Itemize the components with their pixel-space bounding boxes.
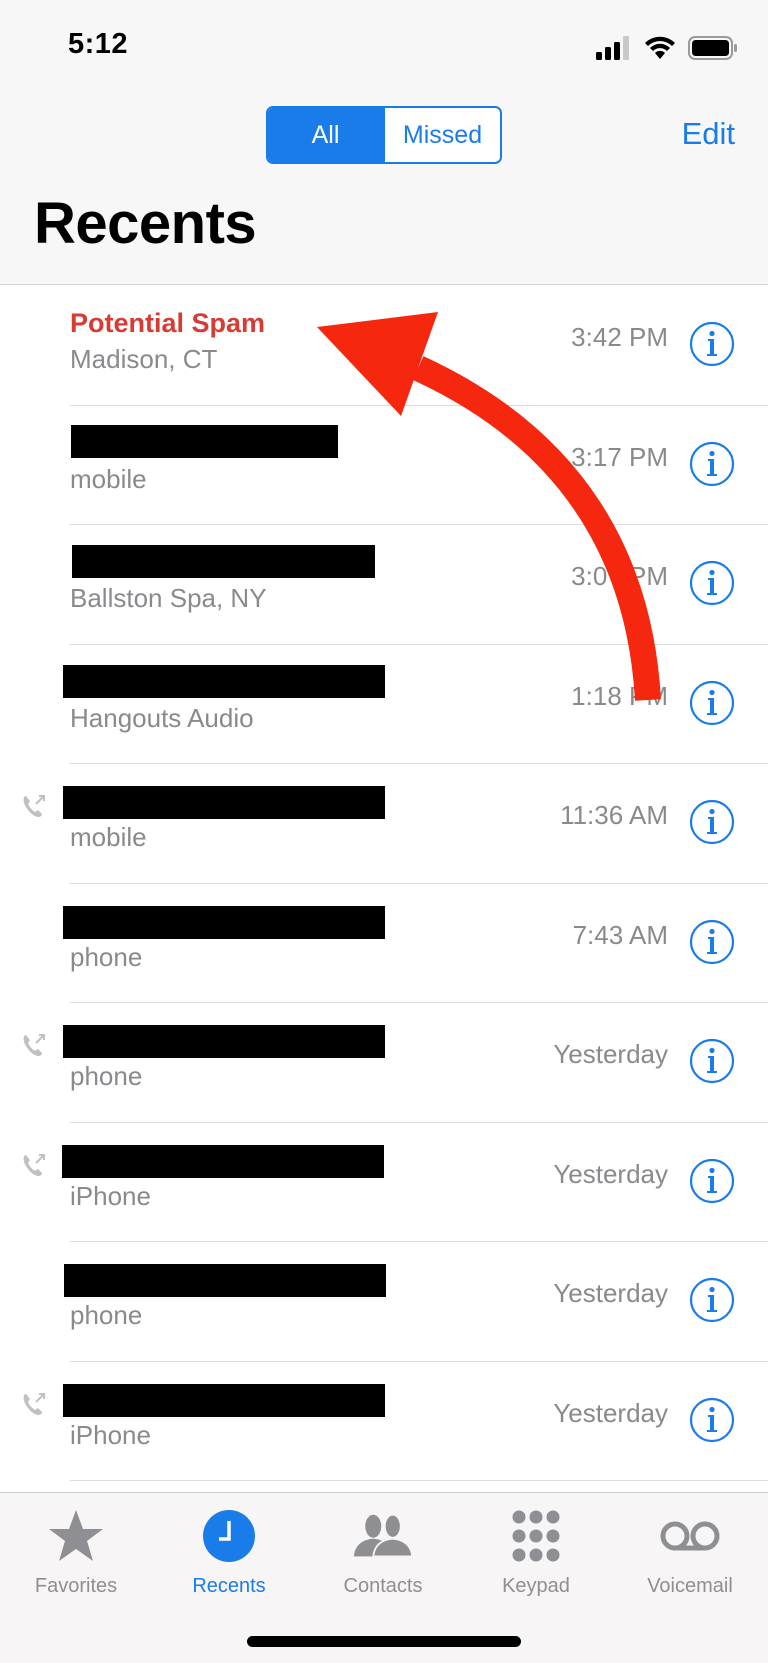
call-row[interactable]: Hangouts Audio 1:18 PM (0, 645, 768, 764)
call-row[interactable]: Potential Spam Madison, CT 3:42 PM (0, 286, 768, 406)
call-row[interactable]: phone Yesterday (0, 1242, 768, 1362)
tab-label: Favorites (34, 1575, 118, 1597)
tab-contacts[interactable]: Contacts (318, 1507, 448, 1598)
call-detail: phone (70, 941, 143, 972)
cellular-signal-icon (596, 36, 629, 60)
redacted-caller-name (72, 545, 375, 578)
clock-icon (203, 1510, 255, 1562)
info-icon[interactable] (689, 680, 735, 726)
outgoing-call-icon (23, 1034, 45, 1056)
redacted-caller-name (63, 786, 385, 819)
info-icon[interactable] (689, 560, 735, 606)
call-detail: Madison, CT (70, 344, 218, 374)
spam-caller-label: Potential Spam (70, 308, 266, 338)
recent-calls-list: Potential Spam Madison, CT 3:42 PM mobile 3:… (0, 286, 768, 1481)
call-detail: mobile (70, 463, 147, 494)
battery-icon (688, 36, 737, 60)
info-icon[interactable] (689, 321, 735, 367)
edit-button[interactable]: Edit (682, 116, 735, 152)
status-time: 5:12 (68, 28, 129, 60)
call-detail: Hangouts Audio (70, 702, 254, 733)
info-icon[interactable] (689, 1038, 735, 1084)
row-separator (70, 1480, 768, 1481)
info-icon[interactable] (689, 1397, 735, 1443)
tab-favorites[interactable]: Favorites (11, 1507, 141, 1598)
tab-label: Voicemail (647, 1575, 733, 1597)
info-icon[interactable] (689, 799, 735, 845)
tab-keypad[interactable]: Keypad (471, 1507, 601, 1598)
tab-label: Keypad (502, 1575, 570, 1597)
tab-label: Contacts (343, 1575, 423, 1597)
segment-missed[interactable]: Missed (383, 108, 500, 162)
call-row[interactable]: iPhone Yesterday (0, 1123, 768, 1242)
call-detail: iPhone (70, 1419, 151, 1450)
info-icon[interactable] (689, 1277, 735, 1323)
call-filter-segmented-control: All Missed (266, 106, 502, 164)
call-row[interactable]: phone Yesterday (0, 1003, 768, 1123)
call-time: Yesterday (553, 1158, 668, 1189)
tab-voicemail[interactable]: Voicemail (625, 1507, 755, 1598)
contacts-icon (353, 1513, 414, 1558)
call-time: Yesterday (553, 1278, 668, 1308)
call-row[interactable]: Ballston Spa, NY 3:0? PM (0, 525, 768, 645)
outgoing-call-icon (23, 795, 45, 817)
redacted-caller-name (63, 664, 385, 698)
call-time: 3:42 PM (571, 322, 668, 352)
tab-recents[interactable]: Recents (164, 1507, 294, 1598)
outgoing-call-icon (23, 1392, 45, 1415)
info-icon[interactable] (689, 1158, 735, 1204)
call-detail: phone (70, 1300, 143, 1330)
home-indicator[interactable] (247, 1636, 521, 1647)
call-row[interactable]: iPhone Yesterday (0, 1362, 768, 1481)
tab-label: Recents (192, 1575, 266, 1597)
redacted-caller-name (63, 1383, 385, 1417)
call-detail: Ballston Spa, NY (70, 583, 267, 613)
redacted-caller-name (62, 1144, 384, 1178)
call-row[interactable]: phone 7:43 AM (0, 884, 768, 1003)
navigation-header: 5:12 All Missed Edit Recents (0, 0, 768, 285)
call-detail: mobile (70, 822, 147, 852)
keypad-icon (512, 1510, 560, 1562)
redacted-caller-name (63, 905, 385, 939)
call-time: 3:17 PM (571, 441, 668, 472)
call-time: 3:0? PM (571, 561, 668, 591)
call-time: 1:18 PM (571, 680, 668, 711)
status-icons (596, 36, 738, 60)
call-row[interactable]: mobile 11:36 AM (0, 764, 768, 884)
redacted-caller-name (63, 1025, 385, 1058)
info-icon[interactable] (689, 919, 735, 965)
call-time: 7:43 AM (572, 919, 668, 950)
call-time: 11:36 AM (560, 800, 668, 830)
segment-all[interactable]: All (268, 108, 383, 162)
call-row[interactable]: mobile 3:17 PM (0, 406, 768, 525)
call-detail: iPhone (70, 1180, 151, 1211)
page-title: Recents (34, 191, 257, 256)
wifi-icon (645, 36, 675, 59)
info-icon[interactable] (689, 441, 735, 487)
redacted-caller-name (64, 1264, 386, 1297)
voicemail-icon (660, 1521, 720, 1551)
outgoing-call-icon (23, 1153, 45, 1176)
call-detail: phone (70, 1061, 143, 1091)
call-time: Yesterday (553, 1039, 668, 1069)
call-time: Yesterday (553, 1397, 668, 1428)
redacted-caller-name (71, 424, 338, 458)
star-icon (49, 1510, 103, 1561)
